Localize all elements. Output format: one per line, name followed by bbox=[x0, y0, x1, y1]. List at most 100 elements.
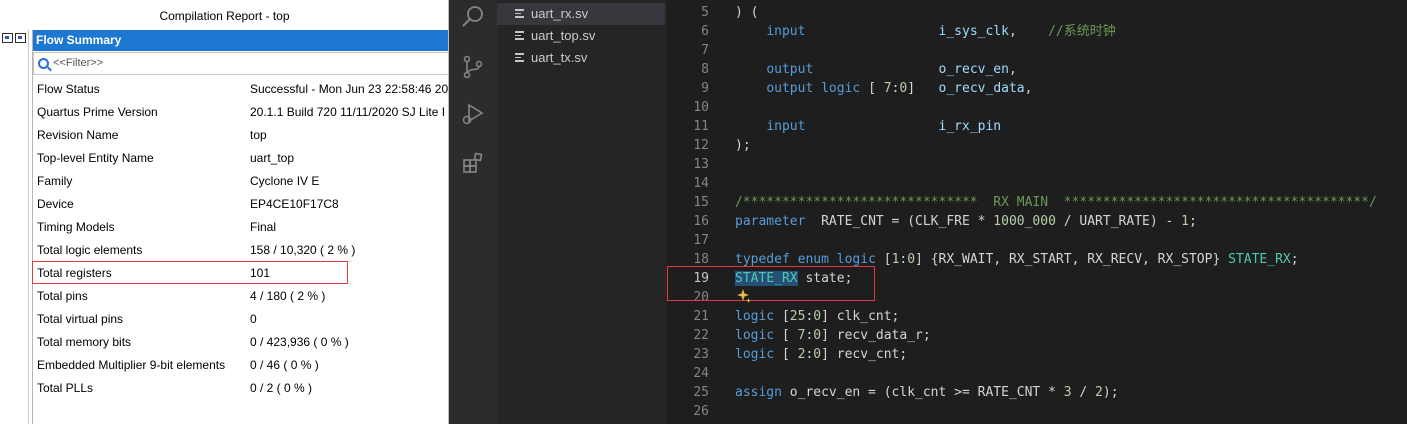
summary-row-value: Cyclone IV E bbox=[250, 174, 320, 188]
code-line[interactable]: 23 logic [ 2:0] recv_cnt; bbox=[667, 345, 1407, 364]
code-token: 7 bbox=[883, 81, 892, 96]
code-editor[interactable]: 26 25 assign o_recv_en = (clk_cnt >= RATE_… bbox=[667, 0, 1407, 424]
dock-icon[interactable] bbox=[2, 33, 13, 43]
code-line[interactable]: 9 output logic [ 7:0] o_recv_data, bbox=[667, 79, 1407, 98]
summary-row[interactable]: Total pins 4 / 180 ( 2 % ) bbox=[33, 285, 448, 308]
restore-icon[interactable] bbox=[15, 33, 26, 43]
code-token: [ bbox=[875, 252, 892, 267]
summary-row[interactable]: Total logic elements 158 / 10,320 ( 2 % ) bbox=[33, 239, 448, 262]
current-line-highlight-box bbox=[667, 266, 875, 301]
code-line[interactable]: 8 output o_recv_en, bbox=[667, 60, 1407, 79]
code-token: o_recv_en bbox=[938, 62, 1009, 77]
code-token: ; bbox=[1188, 214, 1197, 229]
summary-row[interactable]: Top-level Entity Name uart_top bbox=[33, 147, 448, 170]
code-token: ] recv_data_r; bbox=[821, 328, 931, 343]
filter-placeholder: <<Filter>> bbox=[53, 57, 104, 69]
code-text: input i_sys_clk, //系统时钟 bbox=[735, 22, 1115, 41]
code-token: 1 bbox=[1181, 214, 1189, 229]
code-line[interactable]: 15 /****************************** RX MAI… bbox=[667, 193, 1407, 212]
code-token: , bbox=[1008, 24, 1049, 39]
summary-row[interactable]: Total PLLs 0 / 2 ( 0 % ) bbox=[33, 377, 448, 400]
summary-row-label: Flow Status bbox=[37, 82, 100, 96]
summary-row[interactable]: Flow Status Successful - Mon Jun 23 22:58… bbox=[33, 78, 449, 101]
code-token: 0 bbox=[813, 328, 822, 343]
code-token: 25 bbox=[789, 309, 806, 324]
summary-row[interactable]: Timing Models Final bbox=[33, 216, 448, 239]
code-line[interactable]: 7 bbox=[667, 41, 1407, 60]
summary-row-label: Total logic elements bbox=[37, 243, 143, 257]
summary-row[interactable]: Device EP4CE10F17C8 bbox=[33, 193, 448, 216]
code-token: ) ( bbox=[735, 5, 759, 20]
code-line[interactable]: 21 logic [25:0] clk_cnt; bbox=[667, 307, 1407, 326]
code-token: [ bbox=[774, 309, 790, 324]
code-line[interactable]: 13 bbox=[667, 155, 1407, 174]
summary-row-value: 158 / 10,320 ( 2 % ) bbox=[250, 243, 356, 257]
code-token: 0 bbox=[907, 252, 916, 267]
summary-row[interactable]: Revision Name top bbox=[33, 124, 448, 147]
code-token: ); bbox=[735, 138, 751, 153]
code-token: output bbox=[766, 81, 814, 96]
code-text: /****************************** RX MAIN … bbox=[735, 193, 1377, 212]
code-token: / bbox=[1071, 385, 1096, 400]
filter-input[interactable]: <<Filter>> bbox=[33, 52, 448, 75]
summary-row[interactable]: Total virtual pins 0 bbox=[33, 308, 448, 331]
window-title: Compilation Report - top bbox=[0, 0, 448, 30]
explorer-file-item[interactable]: uart_tx.sv bbox=[497, 47, 667, 69]
summary-row[interactable]: Family Cyclone IV E bbox=[33, 170, 448, 193]
code-line[interactable]: 11 input i_rx_pin bbox=[667, 117, 1407, 136]
code-token: , bbox=[1024, 81, 1033, 96]
code-line[interactable]: 5) ( bbox=[667, 3, 1407, 22]
code-line[interactable]: 25 assign o_recv_en = (clk_cnt >= RATE_CN… bbox=[667, 383, 1407, 402]
line-number: 8 bbox=[701, 62, 709, 77]
summary-row-value: top bbox=[250, 128, 267, 142]
file-lines-icon bbox=[515, 53, 524, 63]
copilot-sparkle-icon[interactable] bbox=[737, 289, 751, 303]
code-line[interactable]: 26 bbox=[667, 402, 1407, 421]
code-token: logic bbox=[821, 81, 861, 96]
run-debug-icon[interactable] bbox=[461, 102, 485, 126]
code-line[interactable]: 22 logic [ 7:0] recv_data_r; bbox=[667, 326, 1407, 345]
source-control-icon[interactable] bbox=[461, 55, 485, 79]
summary-row[interactable]: Embedded Multiplier 9-bit elements 0 / 46… bbox=[33, 354, 448, 377]
line-number: 25 bbox=[693, 385, 709, 400]
code-token: / UART_RATE) - bbox=[1055, 214, 1182, 229]
summary-row-label: Device bbox=[37, 197, 74, 211]
summary-row-value: 4 / 180 ( 2 % ) bbox=[250, 289, 326, 303]
explorer-file-item[interactable]: uart_rx.sv bbox=[497, 3, 665, 25]
code-line[interactable]: 14 bbox=[667, 174, 1407, 193]
code-token: output bbox=[766, 62, 814, 77]
code-token: , bbox=[1008, 62, 1017, 77]
code-line[interactable]: 10 bbox=[667, 98, 1407, 117]
summary-row[interactable]: Quartus Prime Version 20.1.1 Build 720 11… bbox=[33, 101, 448, 124]
code-token: ] {RX_WAIT, RX_START, RX_RECV, RX_STOP} bbox=[915, 252, 1229, 267]
code-line[interactable]: 16 parameter RATE_CNT = (CLK_FRE * 1000_0… bbox=[667, 212, 1407, 231]
code-line[interactable]: 17 bbox=[667, 231, 1407, 250]
summary-row-value: Final bbox=[250, 220, 277, 234]
code-line[interactable]: 6 input i_sys_clk, //系统时钟 bbox=[667, 22, 1407, 41]
code-token: ); bbox=[1102, 385, 1119, 400]
code-line[interactable]: 24 bbox=[667, 364, 1407, 383]
code-line[interactable]: 12); bbox=[667, 136, 1407, 155]
line-number: 10 bbox=[693, 100, 709, 115]
code-token: 0 bbox=[813, 347, 822, 362]
code-text: logic [25:0] clk_cnt; bbox=[735, 307, 899, 326]
flow-summary-table: Flow Status Successful - Mon Jun 23 22:58… bbox=[33, 78, 449, 400]
code-token: [ bbox=[774, 347, 798, 362]
extensions-icon[interactable] bbox=[461, 151, 485, 175]
line-number: 15 bbox=[693, 195, 709, 210]
summary-row-label: Revision Name bbox=[37, 128, 119, 142]
summary-row[interactable]: Total memory bits 0 / 423,936 ( 0 % ) bbox=[33, 331, 448, 354]
code-text: output o_recv_en, bbox=[735, 60, 1017, 79]
line-number: 6 bbox=[701, 24, 709, 39]
code-token: o_recv_en = (clk_cnt >= RATE_CNT * bbox=[781, 385, 1064, 400]
search-icon[interactable] bbox=[461, 5, 485, 29]
code-text: logic [ 7:0] recv_data_r; bbox=[735, 326, 931, 345]
line-number: 17 bbox=[693, 233, 709, 248]
summary-row-label: Total pins bbox=[37, 289, 88, 303]
explorer-file-item[interactable]: uart_top.sv bbox=[497, 25, 667, 47]
code-token: logic bbox=[735, 309, 775, 324]
summary-row-value: Successful - Mon Jun 23 22:58:46 20 bbox=[250, 82, 449, 96]
